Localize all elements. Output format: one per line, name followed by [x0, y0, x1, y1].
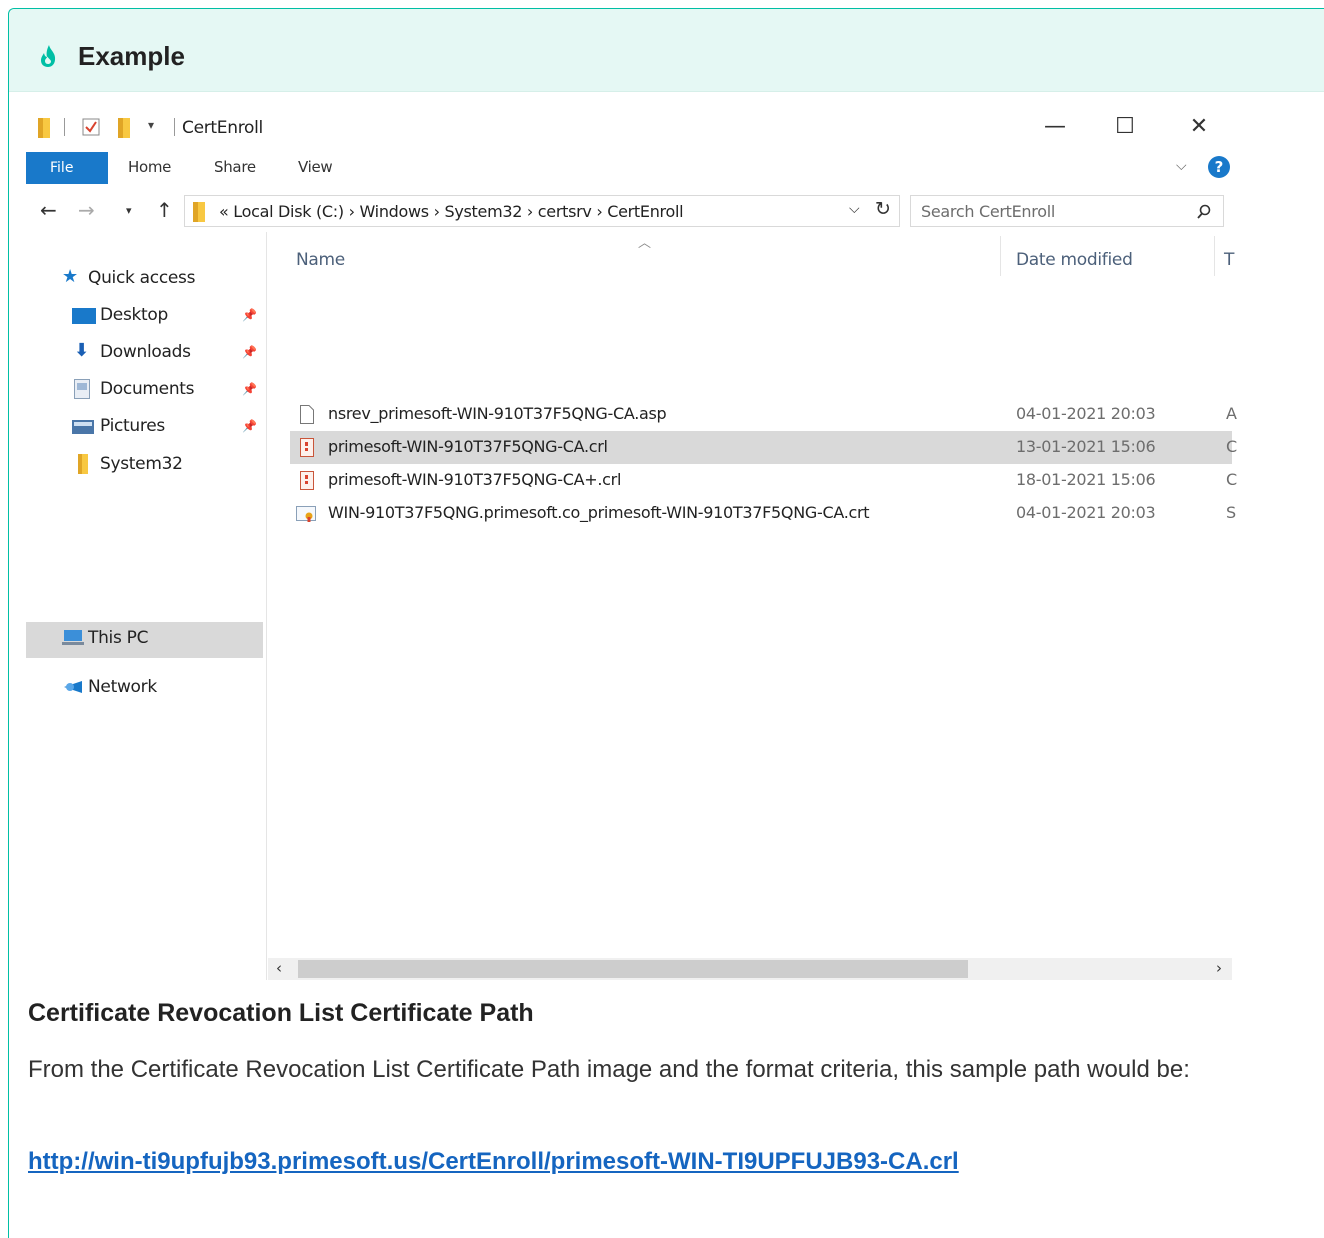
computer-icon: [62, 630, 84, 645]
file-date: 04-01-2021 20:03: [1016, 404, 1156, 423]
ribbon-tabs: File Home Share View: [26, 148, 1232, 184]
expand-ribbon-icon[interactable]: ⌵: [1176, 158, 1187, 174]
download-icon: ⬇: [74, 340, 90, 361]
file-list: ︿ Name Date modified T nsrev_primesoft-W…: [268, 232, 1237, 980]
scroll-left-icon[interactable]: ‹: [276, 959, 282, 977]
sort-ascending-icon: ︿: [638, 236, 652, 251]
sidebar-item-label: Quick access: [88, 268, 196, 288]
network-icon: [64, 681, 82, 693]
file-row[interactable]: primesoft-WIN-910T37F5QNG-CA.crl 13-01-2…: [290, 431, 1237, 464]
forward-arrow-icon[interactable]: →: [78, 198, 95, 222]
sidebar-item-label: Documents: [100, 379, 195, 399]
file-date: 18-01-2021 15:06: [1016, 470, 1156, 489]
title-separator: [64, 118, 65, 136]
sidebar-item-label: Network: [88, 677, 157, 697]
desktop-icon: [72, 308, 96, 324]
pin-icon[interactable]: 📌: [242, 419, 257, 433]
file-type: C: [1226, 437, 1238, 456]
column-header-date-modified[interactable]: Date modified: [1016, 250, 1133, 270]
close-button[interactable]: ✕: [1176, 112, 1222, 142]
properties-check-icon[interactable]: [82, 118, 100, 136]
crl-url-link[interactable]: http://win-ti9upfujb93.primesoft.us/Cert…: [28, 1148, 959, 1176]
search-box[interactable]: Search CertEnroll: [910, 195, 1224, 227]
crl-file-icon: [300, 471, 314, 490]
document-icon: [74, 379, 90, 399]
column-header-name[interactable]: Name: [296, 250, 345, 270]
star-icon: ★: [62, 266, 79, 287]
pin-icon[interactable]: 📌: [242, 382, 257, 396]
column-divider[interactable]: [1000, 236, 1001, 276]
folder-icon: [38, 118, 50, 138]
sidebar-item-label: Downloads: [100, 342, 191, 362]
navigation-bar: ← → ▾ ↑ « Local Disk (C:) › Windows › Sy…: [26, 192, 1232, 230]
pin-icon[interactable]: 📌: [242, 308, 257, 322]
tab-home[interactable]: Home: [128, 158, 171, 176]
sidebar-item-label: System32: [100, 454, 183, 474]
blank-file-icon: [300, 405, 314, 424]
file-row[interactable]: nsrev_primesoft-WIN-910T37F5QNG-CA.asp 0…: [290, 398, 1237, 431]
tab-view[interactable]: View: [298, 158, 333, 176]
sidebar-item-label: Pictures: [100, 416, 165, 436]
description-paragraph: From the Certificate Revocation List Cer…: [28, 1056, 1190, 1083]
pin-icon[interactable]: 📌: [242, 345, 257, 359]
file-name: primesoft-WIN-910T37F5QNG-CA+.crl: [328, 470, 622, 489]
folder-icon: [78, 454, 88, 474]
column-divider[interactable]: [1214, 236, 1215, 276]
tab-share[interactable]: Share: [214, 158, 256, 176]
flame-icon: [41, 45, 56, 67]
navigation-pane: ★ Quick access Desktop 📌 ⬇ Downloads 📌 D…: [26, 232, 264, 980]
file-name: nsrev_primesoft-WIN-910T37F5QNG-CA.asp: [328, 404, 667, 423]
quick-access-dropdown-icon[interactable]: ▾: [148, 118, 154, 132]
admonition-header: Example: [9, 9, 1324, 92]
file-name: WIN-910T37F5QNG.primesoft.co_primesoft-W…: [328, 503, 870, 522]
recent-locations-icon[interactable]: ▾: [126, 204, 132, 217]
file-date: 13-01-2021 15:06: [1016, 437, 1156, 456]
scroll-thumb[interactable]: [298, 960, 968, 978]
file-date: 04-01-2021 20:03: [1016, 503, 1156, 522]
pictures-icon: [72, 420, 94, 434]
crl-file-icon: [300, 438, 314, 457]
file-row[interactable]: primesoft-WIN-910T37F5QNG-CA+.crl 18-01-…: [290, 464, 1237, 497]
certificate-icon: [296, 506, 316, 522]
refresh-icon[interactable]: ↻: [875, 198, 891, 220]
file-row[interactable]: WIN-910T37F5QNG.primesoft.co_primesoft-W…: [290, 497, 1236, 530]
file-name: primesoft-WIN-910T37F5QNG-CA.crl: [328, 437, 608, 456]
figure-caption: Certificate Revocation List Certificate …: [28, 999, 534, 1027]
pane-divider: [266, 232, 267, 980]
sidebar-item-label: Desktop: [100, 305, 169, 325]
file-type: S: [1226, 503, 1237, 522]
sidebar-item-label: This PC: [88, 628, 149, 648]
file-type: A: [1226, 404, 1237, 423]
title-separator: [174, 118, 175, 136]
up-arrow-icon[interactable]: ↑: [156, 198, 173, 222]
address-bar[interactable]: « Local Disk (C:) › Windows › System32 ›…: [184, 195, 900, 227]
admonition-title: Example: [78, 41, 185, 71]
folder-icon: [193, 202, 205, 222]
search-placeholder: Search CertEnroll: [921, 202, 1055, 221]
horizontal-scrollbar[interactable]: ‹ ›: [268, 958, 1232, 980]
tab-file[interactable]: File: [26, 152, 108, 184]
window-title: CertEnroll: [182, 118, 263, 138]
scroll-right-icon[interactable]: ›: [1216, 959, 1222, 977]
file-explorer-window: ▾ CertEnroll — ☐ ✕ File Home Share View …: [26, 108, 1237, 980]
minimize-button[interactable]: —: [1032, 112, 1078, 142]
back-arrow-icon[interactable]: ←: [40, 198, 57, 222]
address-dropdown-icon[interactable]: ⌵: [849, 201, 860, 217]
new-folder-icon[interactable]: [118, 116, 130, 138]
title-bar: ▾ CertEnroll — ☐ ✕: [26, 108, 1232, 146]
help-icon[interactable]: ?: [1208, 156, 1230, 178]
search-icon[interactable]: [1197, 204, 1211, 220]
maximize-button[interactable]: ☐: [1102, 112, 1148, 142]
address-path[interactable]: « Local Disk (C:) › Windows › System32 ›…: [219, 202, 684, 221]
file-type: C: [1226, 470, 1238, 489]
column-header-type[interactable]: T: [1224, 250, 1234, 270]
